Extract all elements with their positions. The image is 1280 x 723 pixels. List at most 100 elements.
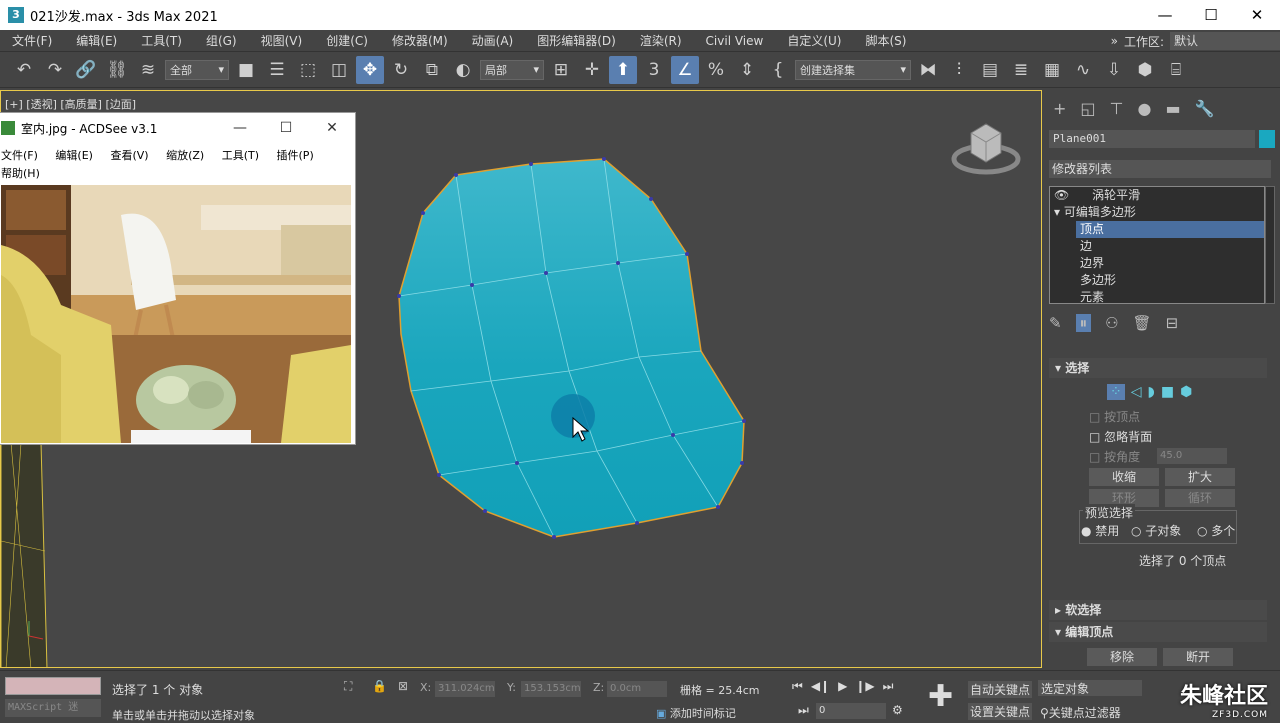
unlink-icon[interactable]: ⛓ — [103, 56, 131, 84]
maxscript-mini-listener[interactable]: MAXScript 迷 — [5, 699, 101, 717]
menu-scripting[interactable]: 脚本(S) — [853, 32, 918, 49]
menu-civil-view[interactable]: Civil View — [694, 34, 776, 48]
render-setup-icon[interactable]: ⌸ — [1162, 56, 1190, 84]
set-key-button[interactable]: 设置关键点 — [968, 703, 1033, 720]
grow-button[interactable]: 扩大 — [1165, 468, 1235, 486]
menu-animation[interactable]: 动画(A) — [460, 32, 526, 49]
mirror-icon[interactable]: ⧓ — [914, 56, 942, 84]
break-button[interactable]: 断开 — [1163, 648, 1233, 666]
acdsee-menu-tools[interactable]: 工具(T) — [222, 149, 259, 162]
maxscript-listener[interactable] — [5, 677, 101, 695]
display-tab-icon[interactable]: ▬ — [1165, 99, 1180, 118]
by-angle-checkbox[interactable]: □ 按角度 — [1089, 448, 1140, 465]
remove-button[interactable]: 移除 — [1087, 648, 1157, 666]
preview-disable-radio[interactable]: ● 禁用 — [1081, 522, 1119, 539]
ribbon-icon[interactable]: ▦ — [1038, 56, 1066, 84]
menu-tools[interactable]: 工具(T) — [129, 32, 194, 49]
key-filters-button[interactable]: ⚲关键点过滤器 — [1040, 704, 1121, 721]
create-tab-icon[interactable]: + — [1053, 99, 1066, 118]
acdsee-menu-help[interactable]: 帮助(H) — [1, 167, 40, 180]
pin-stack-icon[interactable]: ✎ — [1049, 314, 1062, 332]
stack-item-element[interactable]: 元素 — [1050, 289, 1264, 306]
auto-key-button[interactable]: 自动关键点 — [968, 681, 1033, 698]
collapse-icon[interactable]: ▾ — [1054, 205, 1060, 219]
acdsee-menu-plugins[interactable]: 插件(P) — [277, 149, 314, 162]
goto-end-icon[interactable]: ⏭ — [883, 679, 894, 694]
overflow-icon[interactable]: » — [1111, 34, 1118, 48]
absolute-mode-icon[interactable]: ⊠ — [398, 679, 408, 693]
hierarchy-tab-icon[interactable]: ⊤ — [1110, 99, 1124, 118]
minimize-button[interactable]: — — [1142, 0, 1188, 30]
modifier-list-dropdown[interactable]: 修改器列表 — [1049, 160, 1271, 178]
window-crossing-icon[interactable]: ◫ — [325, 56, 353, 84]
acdsee-maximize-button[interactable]: ☐ — [263, 113, 309, 143]
maximize-button[interactable]: ☐ — [1188, 0, 1234, 30]
isolate-icon[interactable]: ⛶ — [344, 679, 352, 694]
selection-rollout-header[interactable]: ▾ 选择 — [1049, 358, 1267, 378]
menu-modifiers[interactable]: 修改器(M) — [380, 32, 460, 49]
acdsee-menu-file[interactable]: 文件(F) — [1, 149, 38, 162]
bind-spacewarp-icon[interactable]: ≋ — [134, 56, 162, 84]
acdsee-menu-edit[interactable]: 编辑(E) — [55, 149, 93, 162]
motion-tab-icon[interactable]: ● — [1137, 99, 1151, 118]
preview-multi-radio[interactable]: ○ 多个 — [1197, 522, 1235, 539]
key-mode-icon[interactable]: ⏭ — [798, 703, 809, 718]
stack-item-border[interactable]: 边界 — [1050, 255, 1264, 272]
schematic-icon[interactable]: ⇩ — [1100, 56, 1128, 84]
percent-snap-icon[interactable]: % — [702, 56, 730, 84]
show-end-result-icon[interactable]: ⏸ — [1075, 314, 1092, 332]
select-object-icon[interactable]: ■ — [232, 56, 260, 84]
polygon-mode-icon[interactable]: ■ — [1161, 384, 1174, 400]
menu-customize[interactable]: 自定义(U) — [775, 32, 853, 49]
object-color-swatch[interactable] — [1259, 130, 1275, 148]
stack-item-edge[interactable]: 边 — [1050, 238, 1264, 255]
acdsee-window[interactable]: 室内.jpg - ACDSee v3.1 — ☐ ✕ 文件(F) 编辑(E) 查… — [0, 112, 356, 445]
utilities-tab-icon[interactable]: 🔧 — [1195, 99, 1215, 118]
element-mode-icon[interactable]: ⬢ — [1180, 384, 1192, 400]
vertex-mode-icon[interactable]: ⁘ — [1107, 384, 1125, 400]
redo-icon[interactable]: ↷ — [41, 56, 69, 84]
by-vertex-checkbox[interactable]: □ 按顶点 — [1089, 408, 1140, 425]
ref-coord-dropdown[interactable]: 局部 ▾ — [480, 59, 544, 80]
next-frame-icon[interactable]: ❙▶ — [855, 679, 874, 694]
scene-explorer-icon[interactable]: ▤ — [976, 56, 1004, 84]
menu-edit[interactable]: 编辑(E) — [64, 32, 129, 49]
menu-file[interactable]: 文件(F) — [0, 32, 64, 49]
current-frame-field[interactable]: 0 — [816, 703, 886, 719]
remove-modifier-icon[interactable]: 🗑 — [1133, 314, 1152, 332]
close-button[interactable]: ✕ — [1234, 0, 1280, 30]
border-mode-icon[interactable]: ◗ — [1148, 384, 1155, 400]
menu-graph-editors[interactable]: 图形编辑器(D) — [525, 32, 628, 49]
layer-explorer-icon[interactable]: ≣ — [1007, 56, 1035, 84]
align-icon[interactable]: ⫶ — [945, 56, 973, 84]
stack-item-turbosmooth[interactable]: 👁 涡轮平滑 — [1050, 187, 1264, 204]
curve-editor-icon[interactable]: ∿ — [1069, 56, 1097, 84]
z-coord-field[interactable]: 0.0cm — [607, 681, 667, 697]
configure-sets-icon[interactable]: ⊟ — [1166, 314, 1179, 332]
time-config-icon[interactable]: ⚙ — [892, 703, 903, 717]
acdsee-menu-view[interactable]: 查看(V) — [110, 149, 148, 162]
eye-icon[interactable]: 👁 — [1054, 188, 1069, 202]
material-editor-icon[interactable]: ⬢ — [1131, 56, 1159, 84]
play-icon[interactable]: ▶ — [838, 679, 847, 694]
set-key-icon[interactable]: ✚ — [928, 679, 953, 714]
edge-mode-icon[interactable]: ◁ — [1131, 384, 1142, 400]
shrink-button[interactable]: 收缩 — [1089, 468, 1159, 486]
soft-selection-header[interactable]: ▸ 软选择 — [1049, 600, 1267, 620]
acdsee-minimize-button[interactable]: — — [217, 113, 263, 143]
goto-start-icon[interactable]: ⏮ — [792, 679, 803, 694]
rect-selection-icon[interactable]: ⬚ — [294, 56, 322, 84]
acdsee-menu-zoom[interactable]: 缩放(Z) — [166, 149, 204, 162]
menu-views[interactable]: 视图(V) — [249, 32, 315, 49]
prev-frame-icon[interactable]: ◀❙ — [811, 679, 830, 694]
link-icon[interactable]: 🔗 — [72, 56, 100, 84]
x-coord-field[interactable]: 311.024cm — [435, 681, 495, 697]
object-name-field[interactable]: Plane001 — [1049, 130, 1255, 148]
move-icon[interactable]: ✥ — [356, 55, 384, 84]
ignore-backface-checkbox[interactable]: □ 忽略背面 — [1089, 428, 1152, 445]
lock-icon[interactable]: 🔒 — [372, 679, 387, 693]
menu-rendering[interactable]: 渲染(R) — [628, 32, 694, 49]
edit-vertices-header[interactable]: ▾ 编辑顶点 — [1049, 622, 1267, 642]
angle-snap-icon[interactable]: ∠ — [671, 55, 699, 84]
stack-item-editable-poly[interactable]: ▾ 可编辑多边形 — [1050, 204, 1264, 221]
